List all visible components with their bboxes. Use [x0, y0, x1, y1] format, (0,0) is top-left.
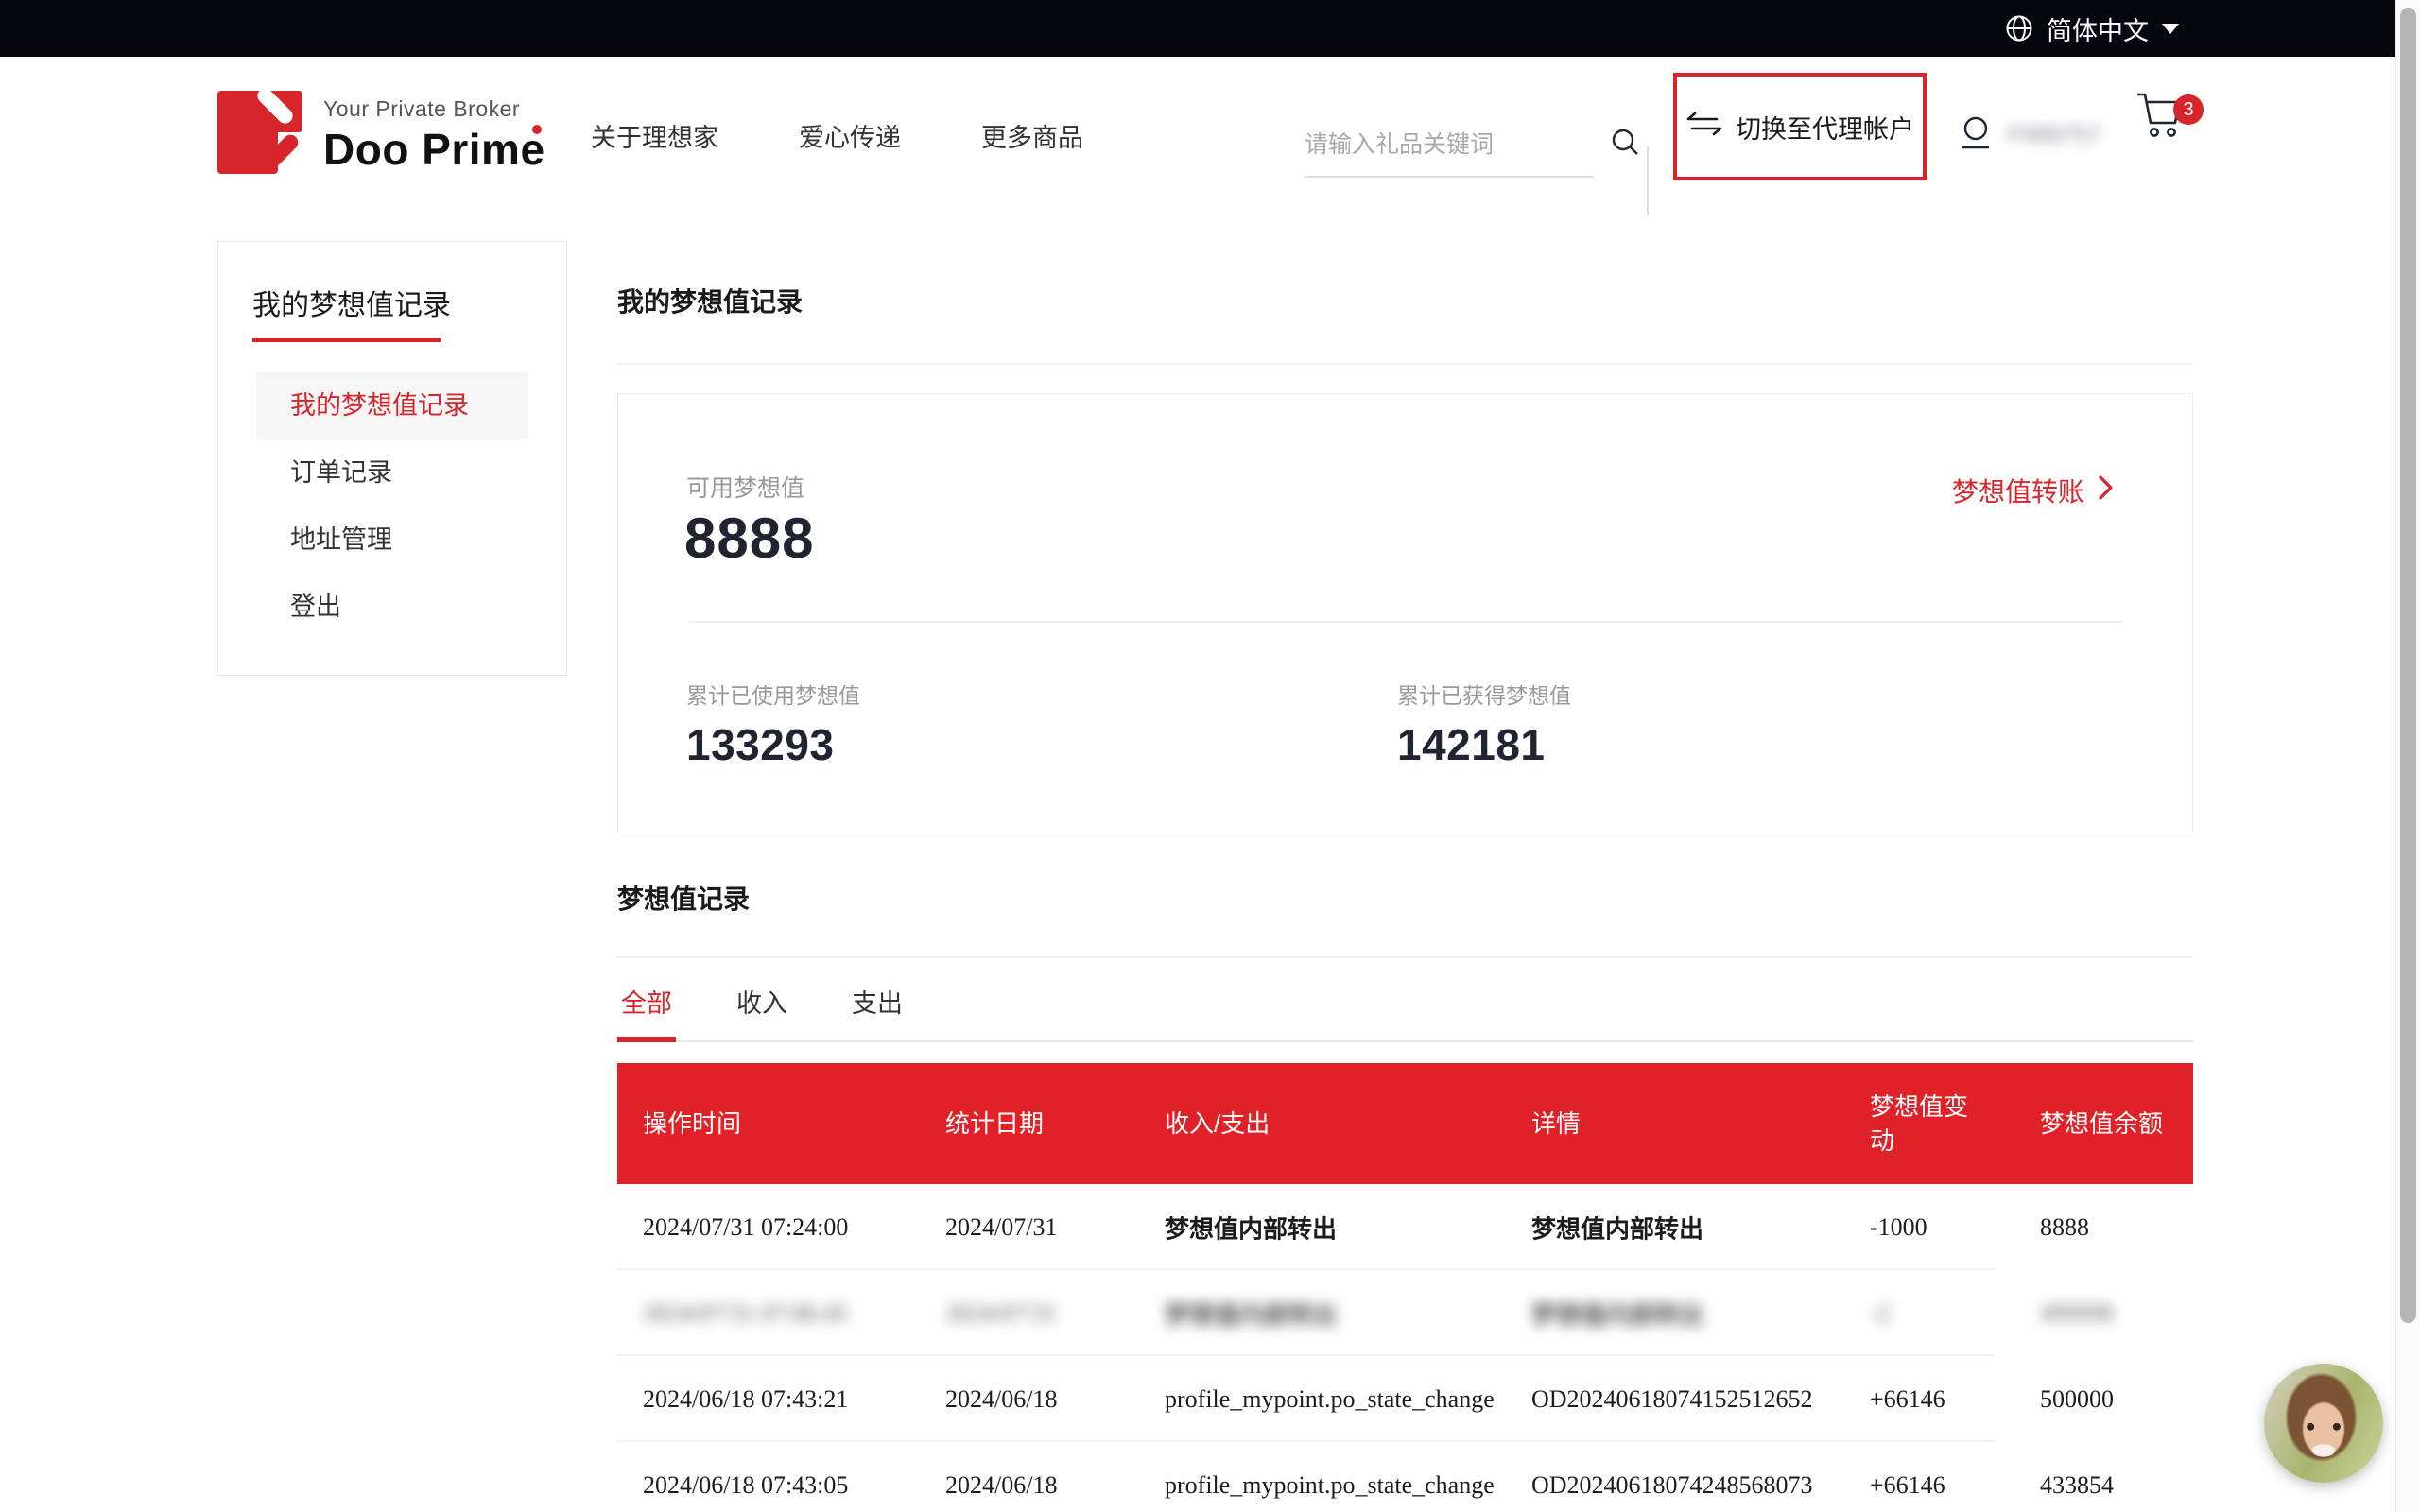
- records-divider: [617, 956, 2193, 958]
- cart-count-badge: 3: [2173, 94, 2204, 125]
- card-divider: [689, 621, 2123, 623]
- col-detail: 详情: [1531, 1107, 1581, 1141]
- cell-points-change: -1000: [1870, 1213, 1985, 1242]
- earned-points-value: 142181: [1397, 719, 1571, 770]
- cell-detail: OD20240618074152512652: [1531, 1385, 1813, 1414]
- used-points-label: 累计已使用梦想值: [686, 678, 860, 710]
- username-label: F988757: [2008, 122, 2101, 149]
- main-nav: 关于理想家 爱心传递 更多商品: [591, 91, 1083, 180]
- sidebar-item-address-management[interactable]: 地址管理: [218, 507, 566, 574]
- table-row: 2024/07/31 07:24:00 2024/07/31 梦想值内部转出 梦…: [617, 1184, 2193, 1270]
- switch-to-agent-button[interactable]: 切换至代理帐户: [1673, 73, 1927, 180]
- header: Your Private Broker Doo Prime 关于理想家 爱心传递…: [0, 57, 2420, 241]
- user-account[interactable]: F988757: [1957, 91, 2101, 180]
- cell-stat-date: 2024/07/31: [945, 1213, 1057, 1242]
- logo-i-dot: [532, 125, 542, 134]
- sidebar: 我的梦想值记录 我的梦想值记录 订单记录 地址管理 登出: [217, 241, 567, 676]
- cell-detail: 梦想值内部转出: [1531, 1210, 1703, 1245]
- switch-to-agent-label: 切换至代理帐户: [1736, 109, 1914, 146]
- logo-brand: Doo Prime: [323, 124, 545, 175]
- cell-points-change: +66146: [1870, 1471, 1985, 1500]
- cell-operation-time: 2024/07/31 07:24:00: [643, 1213, 848, 1242]
- scrollbar-track[interactable]: [2395, 0, 2420, 1512]
- available-points-value: 8888: [684, 506, 814, 571]
- sidebar-item-order-history[interactable]: 订单记录: [218, 439, 566, 507]
- stat-used: 累计已使用梦想值 133293: [686, 678, 860, 770]
- tab-income[interactable]: 收入: [733, 983, 791, 1042]
- nav-item-charity[interactable]: 爱心传递: [799, 117, 901, 154]
- nav-item-more-products[interactable]: 更多商品: [981, 117, 1083, 154]
- cell-detail: 梦想值内部转出: [1531, 1296, 1703, 1331]
- col-points-change: 梦想值变动: [1870, 1090, 1985, 1158]
- points-transfer-link[interactable]: 梦想值转账: [1952, 472, 2115, 509]
- used-points-value: 133293: [686, 719, 860, 770]
- records-tabs: 全部 收入 支出: [617, 983, 2193, 1042]
- cell-stat-date: 2024/07/31: [945, 1299, 1057, 1328]
- stat-earned: 累计已获得梦想值 142181: [1397, 678, 1571, 770]
- switch-arrows-icon: [1685, 110, 1723, 145]
- cell-points-change: +66146: [1870, 1385, 1985, 1414]
- points-summary-card: 可用梦想值 8888 梦想值转账 累计已使用梦想值 133293 累计已获得梦想…: [617, 393, 2193, 833]
- language-label: 简体中文: [2047, 10, 2149, 47]
- sidebar-item-my-dream-points[interactable]: 我的梦想值记录: [256, 372, 528, 439]
- cell-points-balance: 499998: [2040, 1299, 2163, 1328]
- cell-points-balance: 500000: [2040, 1385, 2163, 1414]
- table-row: 2024/06/18 07:43:05 2024/06/18 profile_m…: [617, 1442, 2193, 1512]
- cell-operation-time: 2024/06/18 07:43:05: [643, 1471, 848, 1500]
- cell-detail: OD20240618074248568073: [1531, 1471, 1813, 1500]
- header-divider: [1647, 146, 1649, 215]
- records-heading: 梦想值记录: [617, 879, 750, 917]
- tab-expense[interactable]: 支出: [848, 983, 907, 1042]
- title-divider: [617, 363, 2193, 365]
- page-title: 我的梦想值记录: [617, 282, 803, 319]
- chevron-down-icon: [2162, 24, 2179, 34]
- cell-points-change: -2: [1870, 1299, 1985, 1328]
- col-stat-date: 统计日期: [945, 1107, 1044, 1141]
- cell-income-expense: 梦想值内部转出: [1165, 1296, 1337, 1331]
- cell-operation-time: 2024/06/18 07:43:21: [643, 1385, 848, 1414]
- cell-points-balance: 8888: [2040, 1213, 2163, 1242]
- earned-points-label: 累计已获得梦想值: [1397, 678, 1571, 710]
- scrollbar-thumb[interactable]: [2400, 8, 2416, 1323]
- language-selector[interactable]: 简体中文: [2005, 0, 2179, 57]
- topbar: 简体中文: [0, 0, 2420, 57]
- nav-item-about[interactable]: 关于理想家: [591, 117, 718, 154]
- cell-points-balance: 433854: [2040, 1471, 2163, 1500]
- cell-stat-date: 2024/06/18: [945, 1471, 1057, 1500]
- col-operation-time: 操作时间: [643, 1107, 741, 1141]
- logo-tagline: Your Private Broker: [323, 96, 545, 122]
- cell-stat-date: 2024/06/18: [945, 1385, 1057, 1414]
- available-points-label: 可用梦想值: [686, 470, 804, 504]
- records-table: 操作时间 统计日期 收入/支出 详情 梦想值变动 梦想值余额 2024/07/3…: [617, 1063, 2193, 1512]
- table-header: 操作时间 统计日期 收入/支出 详情 梦想值变动 梦想值余额: [617, 1063, 2193, 1184]
- sidebar-title: 我的梦想值记录: [252, 282, 451, 323]
- table-row: 2024/07/31 07:06:45 2024/07/31 梦想值内部转出 梦…: [617, 1270, 2193, 1356]
- page: 简体中文 Your Private Broker Doo Prime 关于理想家…: [0, 0, 2420, 1512]
- avatar[interactable]: [2264, 1364, 2383, 1483]
- search-input[interactable]: [1305, 131, 1609, 159]
- search-icon[interactable]: [1609, 127, 1641, 163]
- search-box: [1305, 113, 1593, 178]
- chevron-right-icon: [2096, 473, 2115, 508]
- logo-mark-icon: [217, 91, 304, 176]
- table-row: 2024/06/18 07:43:21 2024/06/18 profile_m…: [617, 1356, 2193, 1442]
- cell-income-expense: 梦想值内部转出: [1165, 1210, 1337, 1245]
- cell-operation-time: 2024/07/31 07:06:45: [643, 1299, 848, 1328]
- cart-icon: [2132, 129, 2190, 146]
- col-points-balance: 梦想值余额: [2040, 1107, 2163, 1141]
- sidebar-title-underline: [252, 338, 441, 342]
- tab-all[interactable]: 全部: [617, 983, 676, 1042]
- cart-button[interactable]: 3: [2132, 85, 2236, 184]
- sidebar-menu: 我的梦想值记录 订单记录 地址管理 登出: [218, 372, 566, 641]
- cell-income-expense: profile_mypoint.po_state_change: [1165, 1385, 1495, 1414]
- globe-icon: [2005, 14, 2033, 43]
- user-icon: [1957, 113, 1995, 158]
- cell-income-expense: profile_mypoint.po_state_change: [1165, 1471, 1495, 1500]
- sidebar-item-logout[interactable]: 登出: [218, 574, 566, 641]
- col-income-expense: 收入/支出: [1165, 1107, 1270, 1141]
